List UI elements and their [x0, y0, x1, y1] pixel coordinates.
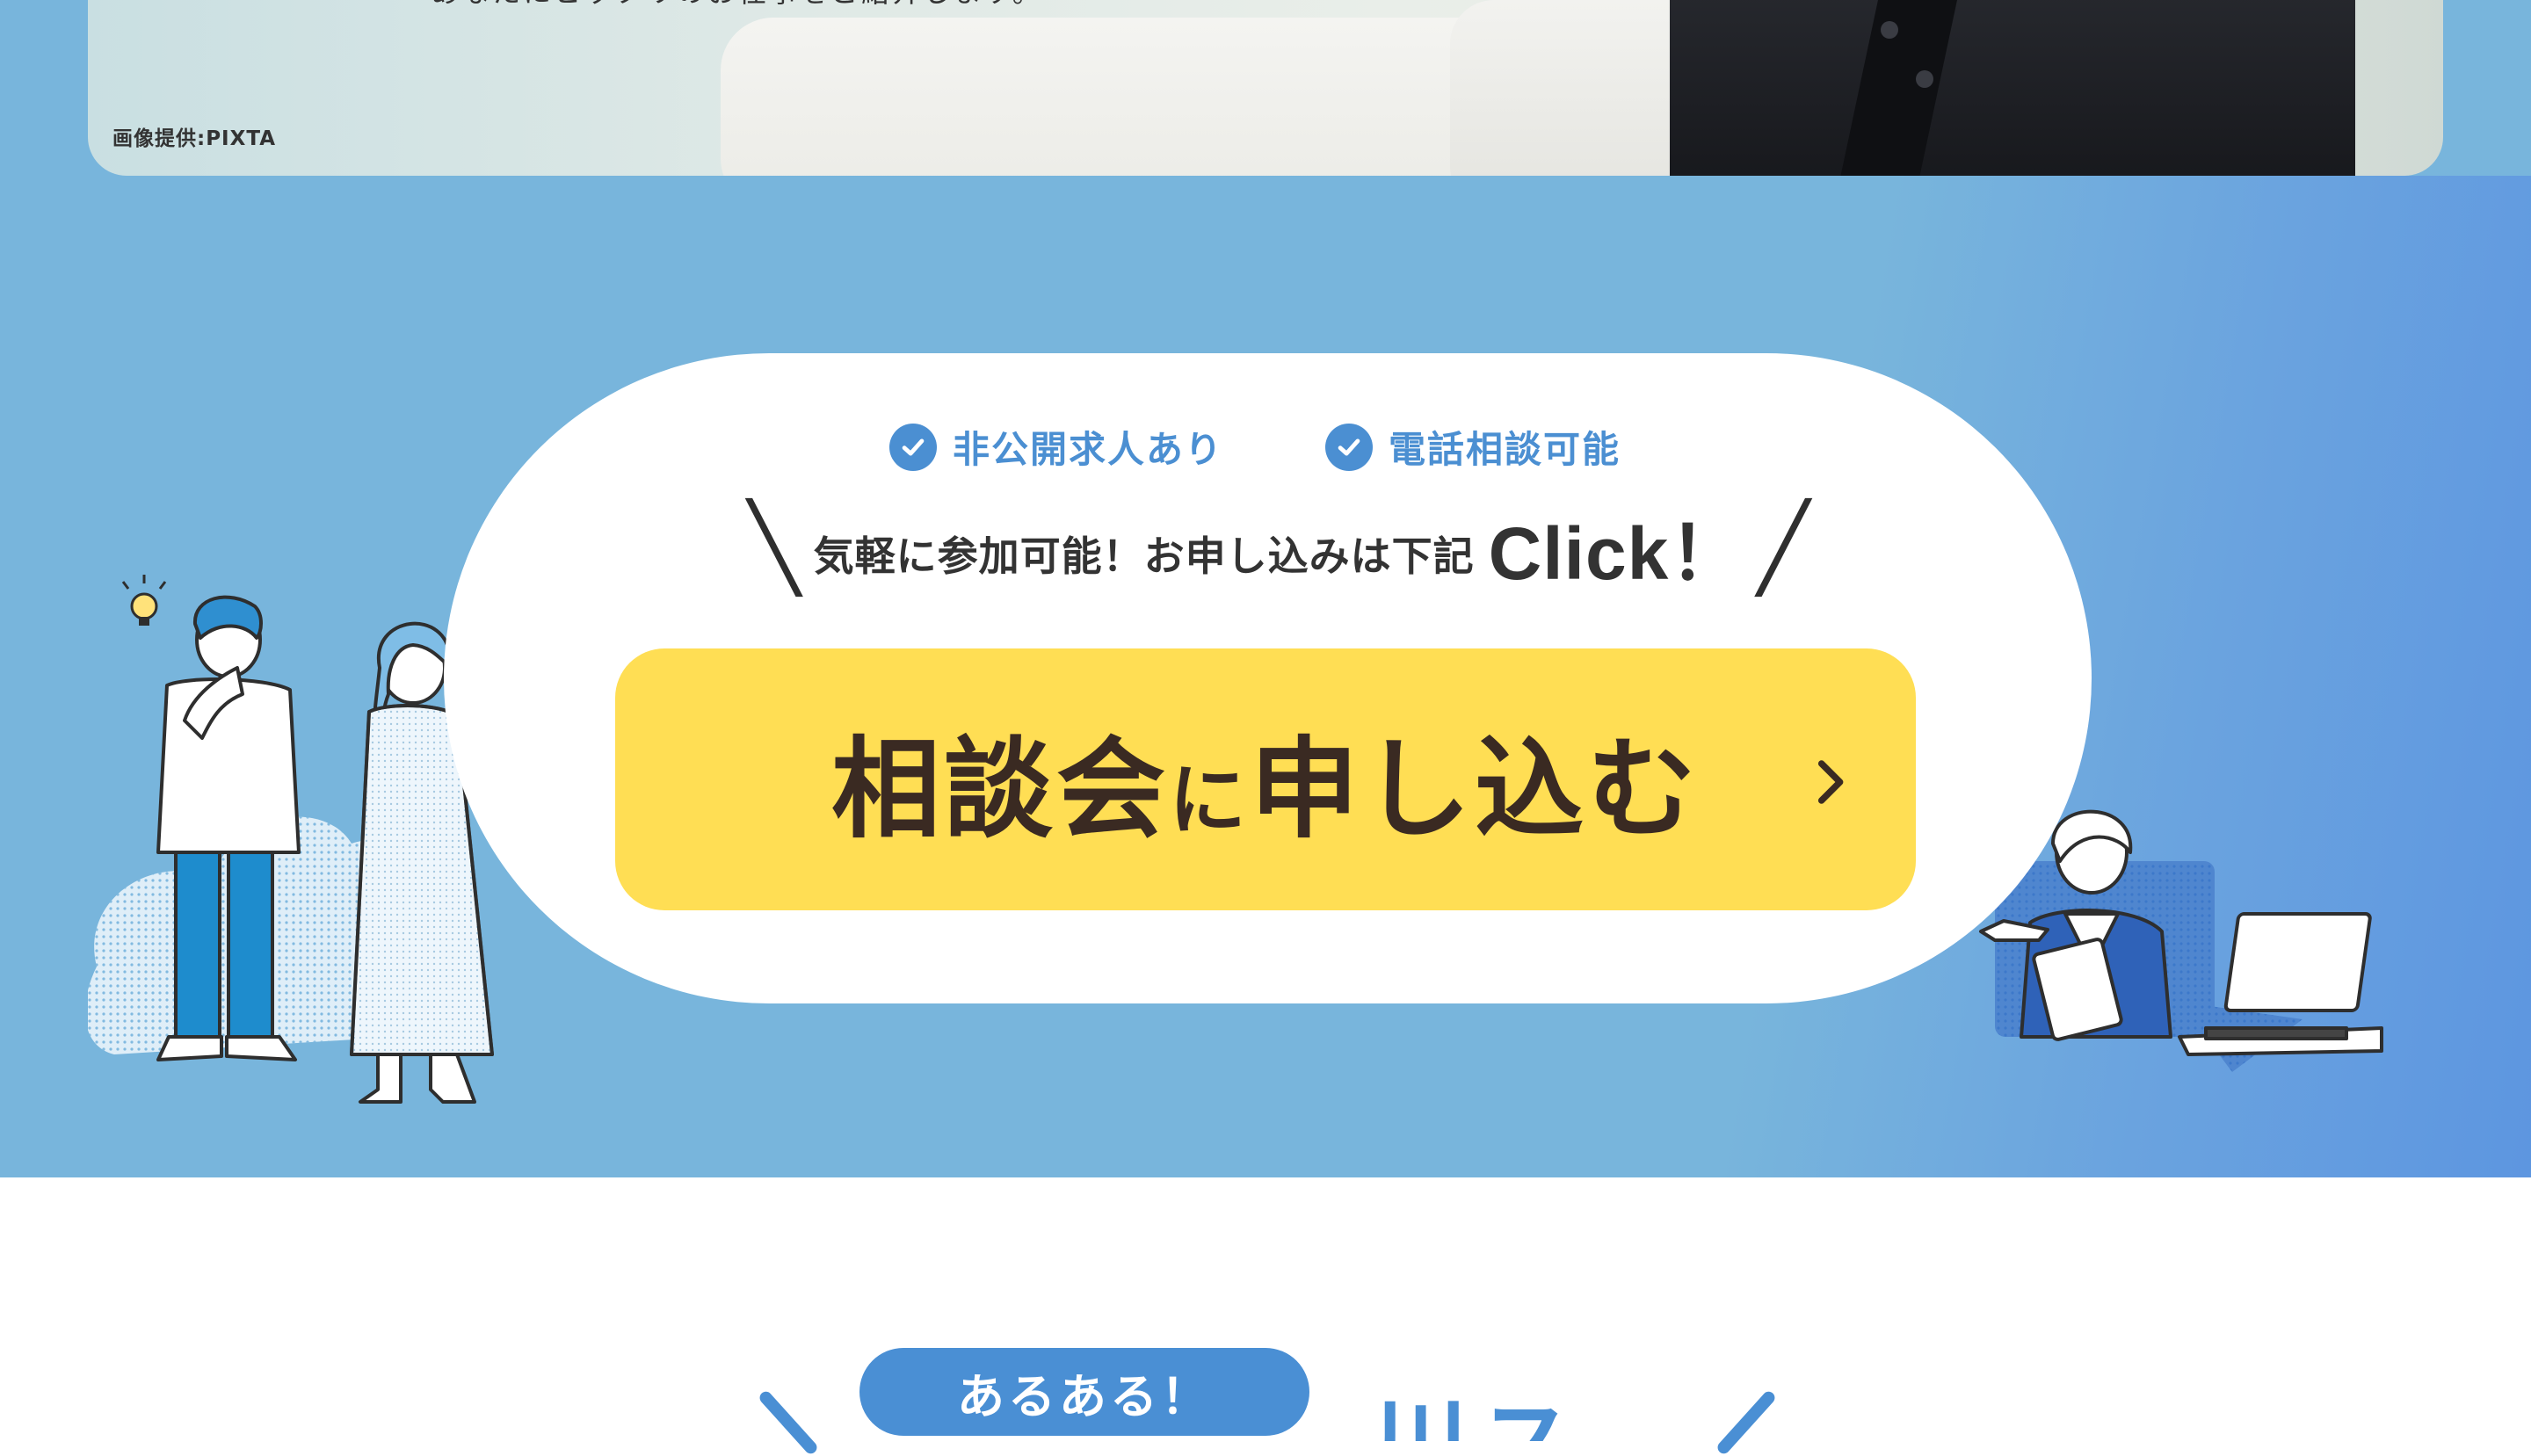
image-credit: 画像提供:PIXTA [112, 127, 277, 150]
deco-line-left [757, 1388, 820, 1456]
deco-line-right [1715, 1388, 1778, 1456]
check-icon [1325, 423, 1373, 471]
hero-caption: あなたにピッタリのお仕事をご紹介します。 [431, 0, 1043, 11]
next-section: あるある！ 川ス [0, 1177, 2531, 1456]
cta-lead: ╲ 気軽に参加可能！お申し込みは下記 Click！ ╱ [729, 499, 1828, 596]
apply-button-main: 相談会 [830, 727, 1169, 853]
hero-suit-button [1916, 70, 1933, 88]
hero-suit-button [1881, 21, 1898, 39]
hero-person-suit [1670, 0, 2355, 176]
check-icon [889, 423, 937, 471]
apply-consultation-button[interactable]: 相談会に申し込む [615, 648, 1916, 910]
feature-private-jobs: 非公開求人あり [889, 420, 1223, 474]
chevron-right-icon [1817, 760, 1844, 804]
feature-label: 非公開求人あり [953, 428, 1224, 471]
deco-slash: ╱ [1758, 498, 1809, 597]
apply-button-label: 相談会に申し込む [831, 700, 1700, 858]
lightbulb-icon [121, 575, 167, 626]
apply-button-tail: 申し込む [1250, 727, 1701, 853]
feature-phone-consult: 電話相談可能 [1325, 420, 1621, 474]
feature-label: 電話相談可能 [1389, 428, 1621, 471]
deco-backslash: ╲ [748, 498, 800, 597]
apply-button-particle: に [1168, 755, 1250, 845]
hero-image: あなたにピッタリのお仕事をご紹介します。 画像提供:PIXTA [88, 0, 2443, 176]
cta-section: 非公開求人あり 電話相談可能 ╲ 気軽に参加可能！お申し込みは下記 Click！… [0, 176, 2531, 1177]
cta-lead-text: 気軽に参加可能！お申し込みは下記 [813, 532, 1475, 580]
section-badge: あるある！ [859, 1348, 1309, 1436]
section-heading: 川ス [1371, 1388, 1617, 1441]
cta-lead-click: Click！ [1488, 511, 1744, 595]
hero-section: あなたにピッタリのお仕事をご紹介します。 画像提供:PIXTA [0, 0, 2531, 176]
section-heading-text: 川ス [1371, 1397, 1617, 1441]
